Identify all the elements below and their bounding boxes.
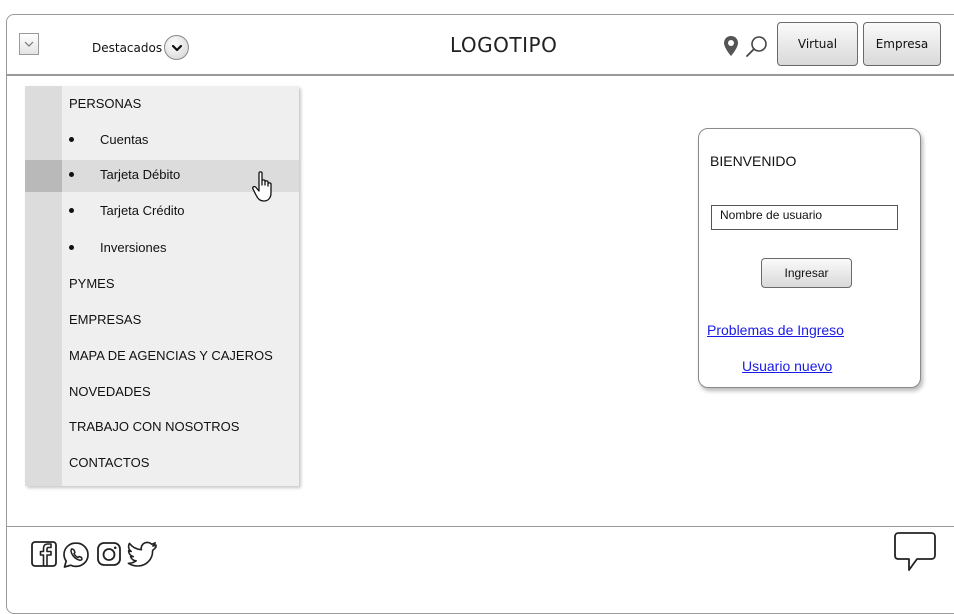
sidebar-rail [25, 86, 62, 486]
login-problems-link[interactable]: Problemas de Ingreso [707, 322, 844, 338]
sidebar-subitem-tarjeta-credito[interactable]: Tarjeta Crédito [69, 203, 185, 218]
sidebar-item-pymes[interactable]: PYMES [69, 276, 115, 291]
login-title: BIENVENIDO [710, 153, 797, 169]
chevron-down-icon [24, 41, 34, 47]
empresa-button[interactable]: Empresa [863, 22, 941, 66]
logo: LOGOTIPO [450, 33, 558, 57]
bullet [69, 208, 74, 214]
featured-dropdown[interactable]: Destacados [92, 35, 190, 60]
hand-pointer-icon [252, 171, 272, 202]
login-panel: BIENVENIDO Nombre de usuario Ingresar Pr… [698, 128, 921, 388]
sidebar-subitem-inversiones[interactable]: Inversiones [69, 240, 166, 255]
chat-bubble-icon[interactable] [893, 530, 937, 572]
twitter-icon[interactable] [127, 540, 159, 568]
login-button[interactable]: Ingresar [761, 258, 852, 288]
featured-dropdown-button[interactable] [164, 35, 190, 60]
chevron-down-icon [171, 44, 182, 51]
sidebar-item-mapa-agencias[interactable]: MAPA DE AGENCIAS Y CAJEROS [69, 348, 273, 363]
facebook-icon[interactable] [30, 540, 58, 568]
username-input[interactable]: Nombre de usuario [711, 205, 898, 230]
sidebar-item-personas[interactable]: PERSONAS [69, 96, 141, 111]
sidebar-item-trabajo[interactable]: TRABAJO CON NOSOTROS [69, 419, 239, 434]
bullet [69, 245, 74, 251]
featured-label: Destacados [92, 40, 163, 55]
sidebar-item-novedades[interactable]: NOVEDADES [69, 384, 151, 399]
bullet [69, 137, 74, 143]
bullet [69, 172, 74, 178]
search-icon[interactable] [745, 34, 769, 58]
new-user-link[interactable]: Usuario nuevo [742, 358, 832, 374]
whatsapp-icon[interactable] [61, 540, 91, 570]
location-pin-icon[interactable] [723, 35, 739, 57]
sidebar-rail-highlight [25, 160, 62, 192]
sidebar-subitem-tarjeta-debito[interactable]: Tarjeta Débito [69, 167, 180, 182]
menu-toggle-button[interactable] [19, 33, 39, 55]
instagram-icon[interactable] [95, 540, 123, 568]
sidebar-item-empresas[interactable]: EMPRESAS [69, 312, 141, 327]
virtual-button[interactable]: Virtual [777, 22, 858, 66]
sidebar-item-contactos[interactable]: CONTACTOS [69, 455, 149, 470]
sidebar-subitem-cuentas[interactable]: Cuentas [69, 132, 148, 147]
